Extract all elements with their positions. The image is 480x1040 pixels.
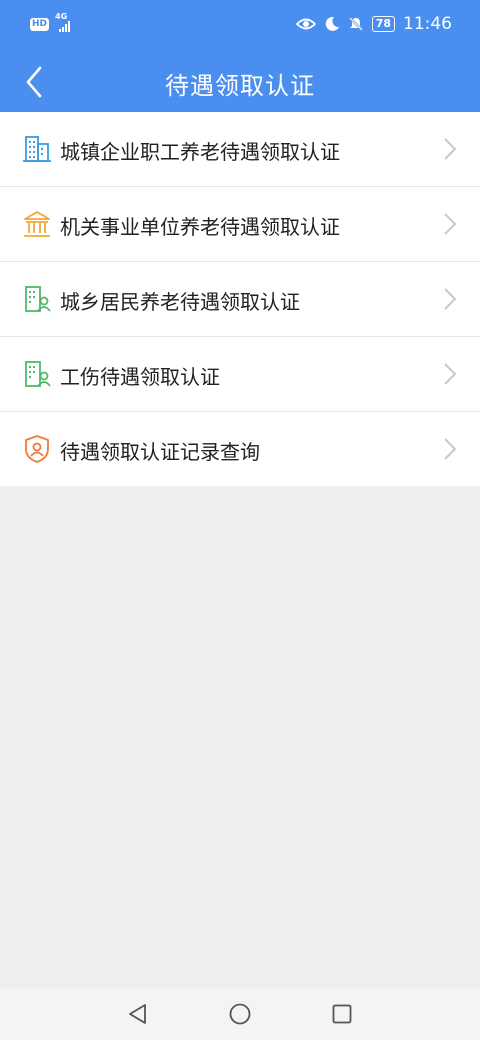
- moon-icon: [325, 16, 339, 31]
- menu-item-label: 城镇企业职工养老待遇领取认证: [60, 140, 340, 164]
- resident-building-icon: [25, 361, 51, 387]
- menu-item-urban-employee-pension[interactable]: 城镇企业职工养老待遇领取认证: [0, 112, 480, 187]
- clock: 11:46: [403, 14, 452, 34]
- institution-icon: [24, 211, 50, 237]
- nav-back-icon[interactable]: [126, 1002, 150, 1026]
- building-icon: [23, 136, 51, 162]
- menu-item-certification-records[interactable]: 待遇领取认证记录查询: [0, 412, 480, 486]
- nav-home-icon[interactable]: [228, 1002, 252, 1026]
- nav-bar: 待遇领取认证: [0, 54, 480, 112]
- system-nav-bar: [0, 988, 480, 1040]
- shield-user-icon: [25, 435, 49, 463]
- chevron-right-icon: [444, 438, 457, 460]
- chevron-right-icon: [444, 288, 457, 310]
- status-left: HD 4G: [30, 12, 75, 32]
- menu-item-label: 机关事业单位养老待遇领取认证: [60, 215, 340, 239]
- signal-icon: 4G: [55, 12, 75, 32]
- eye-icon: [295, 18, 316, 30]
- chevron-right-icon: [444, 363, 457, 385]
- menu-item-resident-pension[interactable]: 城乡居民养老待遇领取认证: [0, 262, 480, 337]
- hd-badge: HD: [30, 17, 50, 31]
- menu-item-label: 待遇领取认证记录查询: [60, 440, 260, 464]
- battery-indicator: 78: [371, 16, 395, 32]
- app-header: HD 4G 78 11:46 待遇领取认证: [0, 0, 480, 112]
- chevron-right-icon: [444, 138, 457, 160]
- status-right: 78 11:46: [295, 14, 452, 34]
- menu-item-institution-pension[interactable]: 机关事业单位养老待遇领取认证: [0, 187, 480, 262]
- menu-list: 城镇企业职工养老待遇领取认证 机关事业单位养老待遇领取认证 城乡居民养老待遇领取…: [0, 112, 480, 486]
- page-title: 待遇领取认证: [165, 72, 315, 100]
- menu-item-label: 工伤待遇领取认证: [60, 365, 220, 389]
- resident-building-icon: [25, 286, 51, 312]
- network-type: 4G: [55, 12, 68, 21]
- status-bar: HD 4G 78 11:46: [0, 0, 480, 54]
- mute-bell-icon: [348, 17, 363, 31]
- nav-recents-icon[interactable]: [330, 1002, 354, 1026]
- menu-item-label: 城乡居民养老待遇领取认证: [60, 290, 300, 314]
- menu-item-work-injury[interactable]: 工伤待遇领取认证: [0, 337, 480, 412]
- chevron-right-icon: [444, 213, 457, 235]
